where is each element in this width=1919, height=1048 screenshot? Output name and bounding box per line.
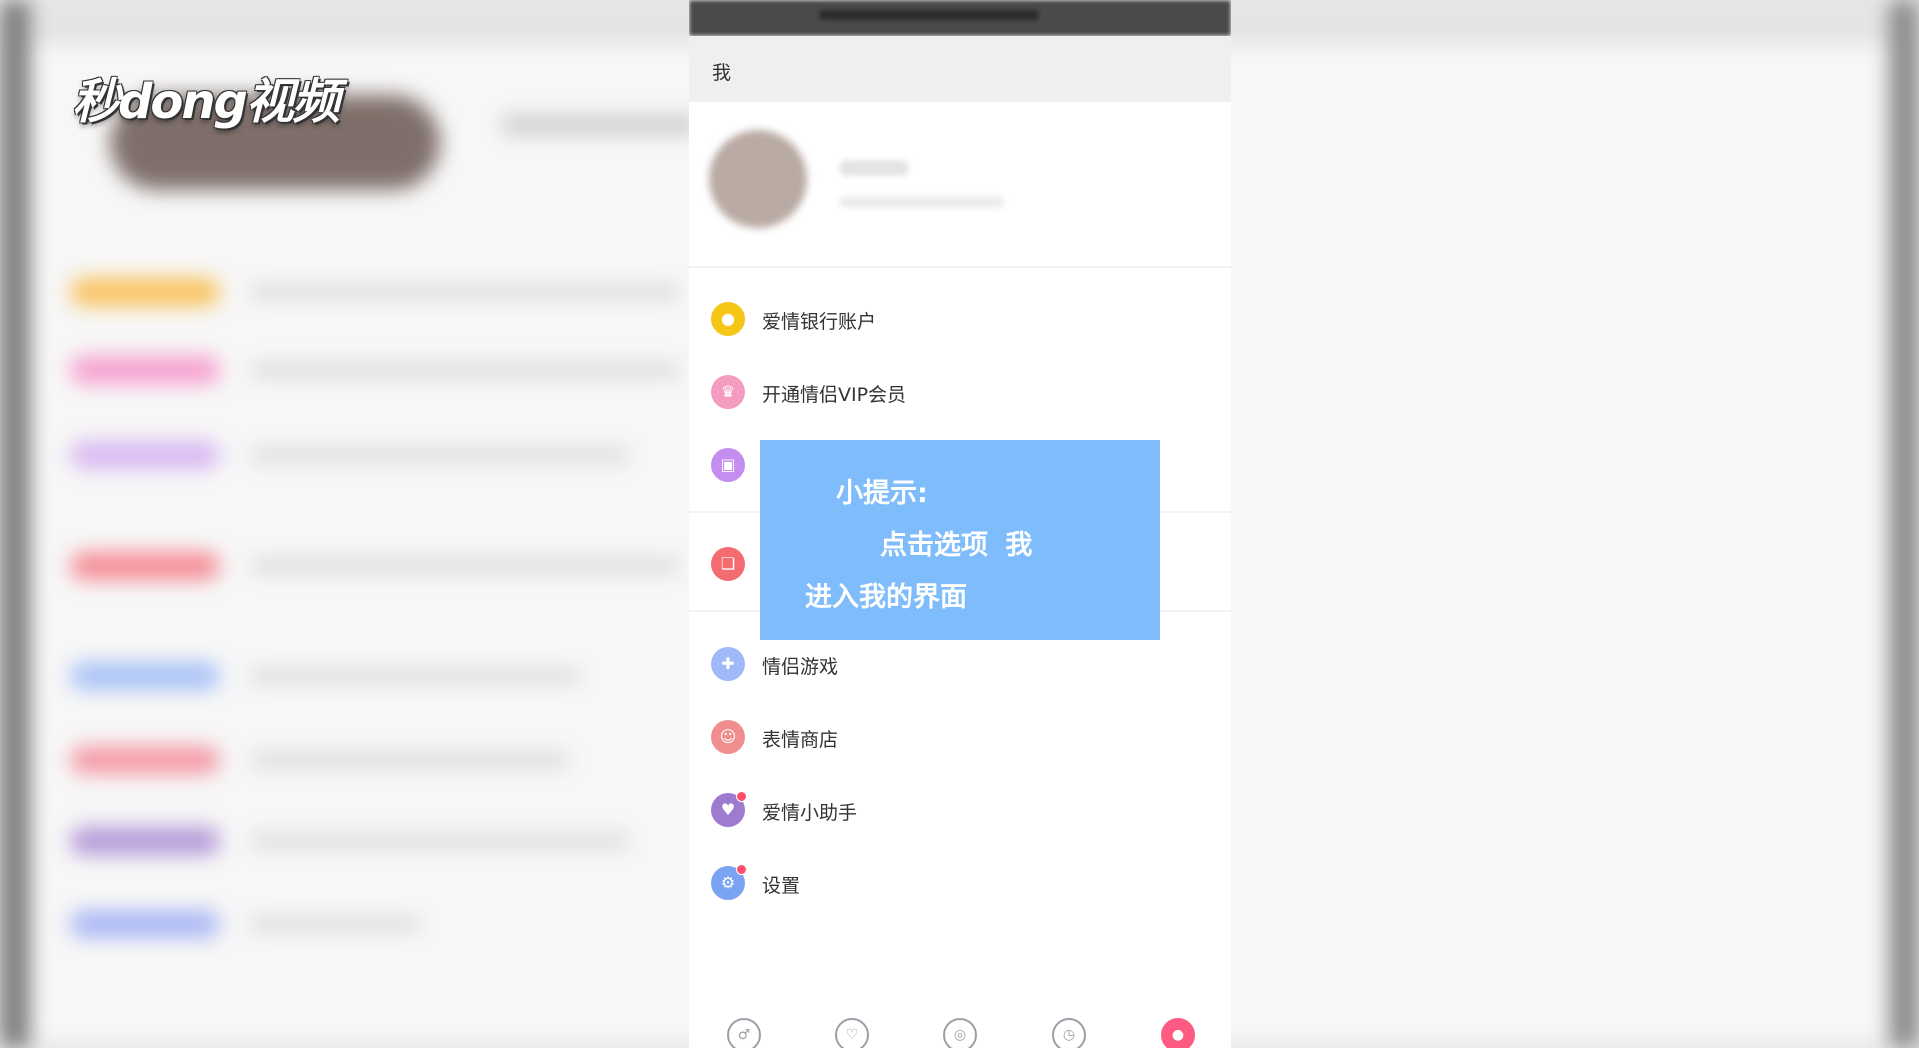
profile-name-blurred [839,160,909,176]
watermark-logo: 秒dong视频 [72,62,362,142]
menu-item-label: 开通情侣VIP会员 [762,384,907,406]
menu-item-vip[interactable]: ♛ 开通情侣VIP会员 [689,361,1231,421]
bottom-tab-bar: ♂ ♡ ◎ ◷ ● [689,1012,1231,1048]
profile-subtitle-blurred [839,196,1004,208]
photo-card-icon: ▣ [711,448,745,482]
notification-dot [736,864,747,875]
menu-item-label: 设置 [762,875,801,897]
menu-item-label: 表情商店 [762,729,839,751]
menu-item-love-assistant[interactable]: ♥ 爱情小助手 [689,779,1231,839]
couple-icon[interactable]: ♂ [727,1018,761,1048]
tip-line-1: 小提示: [836,478,928,509]
clock-icon[interactable]: ◷ [1052,1018,1086,1048]
avatar[interactable] [709,130,807,228]
menu-item-label: 爱情小助手 [762,802,858,824]
notification-dot [736,791,747,802]
heart-assistant-icon: ♥ [711,791,747,827]
watermark-logo-text: 秒dong视频 [72,74,340,130]
menu-item-label: 爱情银行账户 [762,311,877,333]
profile-card[interactable] [689,102,1231,268]
tip-line-3: 进入我的界面 [805,582,967,613]
menu-item-couple-games[interactable]: ✚ 情侣游戏 [689,633,1231,693]
emoji-icon: ☺ [711,720,745,754]
menu-item-settings[interactable]: ⚙ 设置 [689,852,1231,912]
status-bar [689,0,1231,36]
gamepad-icon: ✚ [711,647,745,681]
me-icon[interactable]: ● [1161,1018,1195,1048]
heart-chat-icon[interactable]: ♡ [835,1018,869,1048]
gift-icon: ❏ [711,547,745,581]
page-header: 我 [689,36,1231,102]
tip-line-2: 点击选项 我 [880,530,1033,561]
menu-item-love-bank[interactable]: ● 爱情银行账户 [689,288,1231,348]
page-title: 我 [712,62,732,84]
menu-item-sticker-store[interactable]: ☺ 表情商店 [689,706,1231,766]
menu-item-label: 情侣游戏 [762,656,839,678]
coin-icon: ● [711,302,745,336]
tip-overlay: 小提示: 点击选项 我 进入我的界面 [760,440,1160,640]
discover-icon[interactable]: ◎ [943,1018,977,1048]
crown-icon: ♛ [711,375,745,409]
gear-icon: ⚙ [711,864,747,900]
